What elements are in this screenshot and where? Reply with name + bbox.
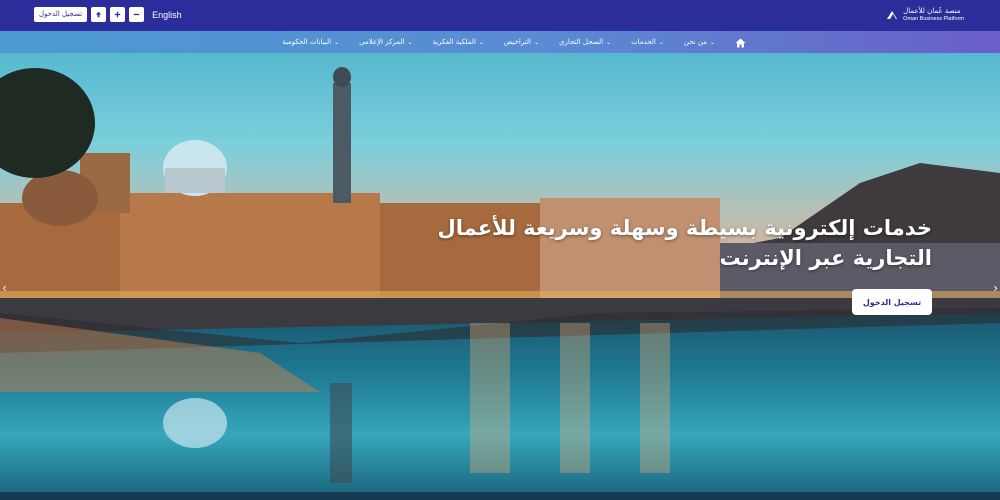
nav-label: السجل التجاري <box>558 38 604 46</box>
footer-strip <box>0 492 1000 500</box>
hero-banner: خدمات إلكترونية بسيطة وسهلة وسريعة للأعم… <box>0 53 1000 492</box>
nav-item-government-data[interactable]: البيانات الحكومية ⌄ <box>282 38 339 46</box>
font-decrease-icon[interactable] <box>129 7 145 22</box>
nav-label: التراخيص <box>503 38 531 46</box>
chevron-down-icon: ⌄ <box>606 38 612 46</box>
logo-text: منصة عُمان للأعمال Oman Business Platfor… <box>903 7 964 23</box>
home-icon[interactable] <box>735 33 746 52</box>
chevron-down-icon: ⌄ <box>533 38 539 46</box>
platform-logo[interactable]: منصة عُمان للأعمال Oman Business Platfor… <box>885 7 964 23</box>
chevron-down-icon: ⌄ <box>478 38 484 46</box>
nav-label: المركز الإعلامي <box>359 38 405 46</box>
logo-arabic: منصة عُمان للأعمال <box>903 7 961 15</box>
nav-label: الخدمات <box>631 38 656 46</box>
hero-login-button[interactable]: تسجيل الدخول <box>852 289 932 315</box>
top-bar: تسجيل الدخول English منصة عُمان للأعمال … <box>0 0 1000 31</box>
nav-item-media-center[interactable]: المركز الإعلامي ⌄ <box>359 38 412 46</box>
arrow-right-icon[interactable]: › <box>993 281 998 295</box>
nav-item-services[interactable]: الخدمات ⌄ <box>631 38 664 46</box>
hero-headline: خدمات إلكترونية بسيطة وسهلة وسريعة للأعم… <box>372 213 932 273</box>
chevron-down-icon: ⌄ <box>334 38 340 46</box>
logo-english: Oman Business Platform <box>903 16 964 22</box>
hero-headline-line2: التجارية عبر الإنترنت <box>719 246 932 270</box>
chevron-down-icon: ⌄ <box>709 38 715 46</box>
nav-item-about[interactable]: من نحن ⌄ <box>684 38 715 46</box>
nav-label: البيانات الحكومية <box>282 38 332 46</box>
login-button-small[interactable]: تسجيل الدخول <box>34 7 88 22</box>
main-nav: من نحن ⌄ الخدمات ⌄ السجل التجاري ⌄ التراخيص… <box>282 31 746 53</box>
nav-item-commercial-register[interactable]: السجل التجاري ⌄ <box>559 38 611 46</box>
arrow-left-icon[interactable]: ‹ <box>2 281 7 295</box>
nav-item-intellectual-property[interactable]: الملكية الفكرية ⌄ <box>432 38 483 46</box>
logo-mark-icon <box>887 11 898 19</box>
hero-headline-line1: خدمات إلكترونية بسيطة وسهلة وسريعة للأعم… <box>437 216 932 240</box>
nav-label: الملكية الفكرية <box>432 38 476 46</box>
chevron-down-icon: ⌄ <box>407 38 413 46</box>
top-utilities: تسجيل الدخول English <box>34 7 182 22</box>
chevron-down-icon: ⌄ <box>658 38 664 46</box>
language-switch[interactable]: English <box>152 10 182 20</box>
main-navigation-bar: من نحن ⌄ الخدمات ⌄ السجل التجاري ⌄ التراخيص… <box>0 31 1000 53</box>
font-increase-icon[interactable] <box>110 7 126 22</box>
nav-item-licenses[interactable]: التراخيص ⌄ <box>504 38 539 46</box>
nav-label: من نحن <box>683 38 707 46</box>
font-size-icon[interactable] <box>91 7 107 22</box>
